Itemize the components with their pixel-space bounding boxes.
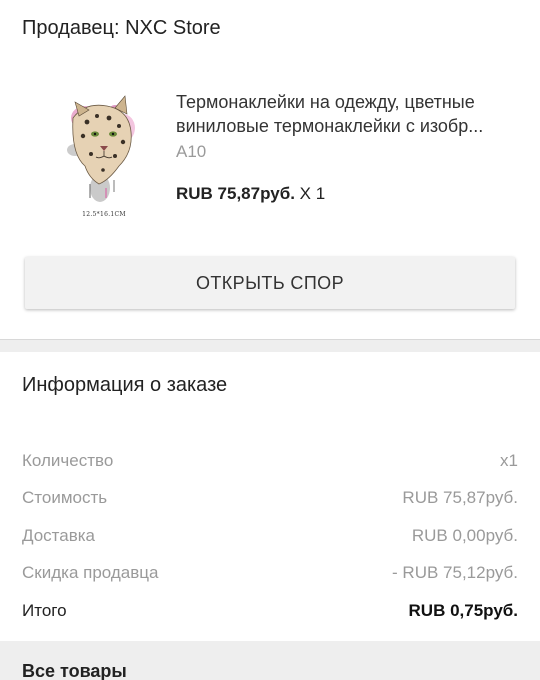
image-size-caption: 12.5*16.1CM: [82, 211, 126, 218]
row-value: RUB 0,75руб.: [408, 600, 518, 620]
product-item[interactable]: 12.5*16.1CM Термонаклейки на одежду, цве…: [0, 80, 540, 230]
row-value: RUB 0,00руб.: [411, 525, 518, 545]
section-divider: [0, 339, 540, 352]
row-label: Скидка продавца: [22, 563, 159, 583]
row-label: Стоимость: [22, 488, 108, 508]
row-value: - RUB 75,12руб.: [392, 563, 518, 583]
order-info-row-shipping: Доставка RUB 0,00руб.: [22, 517, 518, 555]
product-variant: A10: [176, 142, 207, 161]
order-info-row-quantity: Количество x1: [22, 442, 518, 480]
all-goods-section: Все товары: [0, 641, 540, 680]
row-label: Количество: [22, 450, 114, 470]
product-price-line: RUB 75,87руб. X 1: [176, 184, 325, 204]
order-details-page: Продавец: NXC Store 12.5*16.1CM Термонак…: [0, 0, 540, 680]
order-info-row-total: Итого RUB 0,75руб.: [22, 592, 518, 630]
product-title[interactable]: Термонаклейки на одежду, цветные винилов…: [176, 90, 521, 138]
product-thumbnail[interactable]: 12.5*16.1CM: [45, 88, 163, 224]
leopard-print-image: [67, 95, 135, 202]
row-value: RUB 75,87руб.: [402, 488, 518, 508]
product-quantity: X 1: [299, 184, 326, 203]
order-info-row-seller-discount: Скидка продавца - RUB 75,12руб.: [22, 555, 518, 593]
open-dispute-button[interactable]: ОТКРЫТЬ СПОР: [25, 257, 515, 309]
product-price: RUB 75,87руб.: [176, 184, 295, 203]
order-info-title: Информация о заказе: [22, 374, 228, 396]
row-label: Итого: [22, 600, 67, 620]
all-goods-title: Все товары: [22, 661, 127, 680]
order-info-list: Количество x1 Стоимость RUB 75,87руб. До…: [22, 442, 518, 630]
row-label: Доставка: [22, 525, 96, 545]
row-value: x1: [500, 450, 518, 470]
seller-name[interactable]: Продавец: NXC Store: [22, 17, 221, 40]
order-info-row-cost: Стоимость RUB 75,87руб.: [22, 480, 518, 518]
